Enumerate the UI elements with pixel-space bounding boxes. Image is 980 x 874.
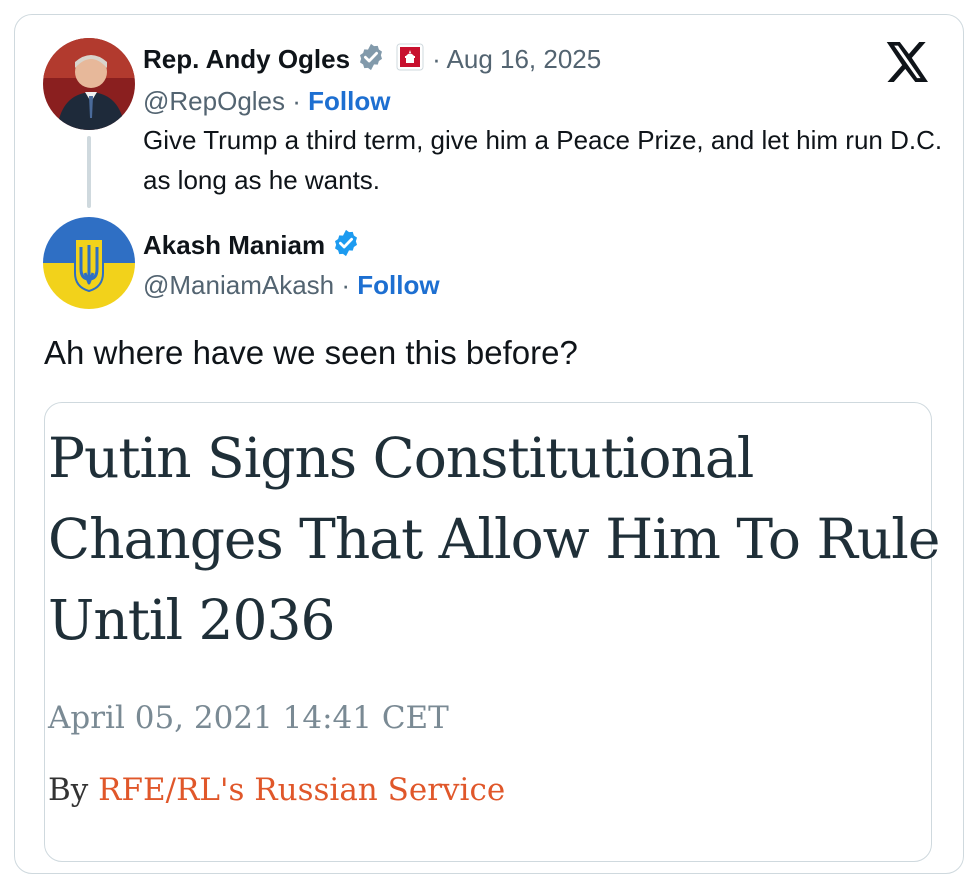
original-author-row: Rep. Andy Ogles · Aug 16, 2025 (143, 42, 601, 77)
original-author-name[interactable]: Rep. Andy Ogles (143, 44, 350, 75)
reply-author-row: Akash Maniam (143, 228, 361, 263)
capitol-affiliation-icon[interactable] (396, 43, 424, 76)
follow-maniam-button[interactable]: Follow (357, 270, 439, 300)
separator-dot: · (292, 86, 309, 116)
andy-ogles-avatar[interactable] (43, 38, 135, 130)
x-logo-icon[interactable] (886, 42, 930, 87)
byline-prefix: By (48, 772, 89, 808)
separator-dot: · (341, 270, 358, 300)
article-date: April 05, 2021 14:41 CET (48, 700, 449, 736)
article-author-link[interactable]: RFE/RL's Russian Service (98, 772, 505, 808)
reply-author-name[interactable]: Akash Maniam (143, 230, 325, 261)
akash-maniam-avatar[interactable] (43, 217, 135, 309)
reply-handle[interactable]: @ManiamAkash (143, 270, 334, 300)
verified-gray-badge-icon (356, 42, 386, 77)
original-handle[interactable]: @RepOgles (143, 86, 285, 116)
original-handle-row: @RepOgles · Follow (143, 86, 390, 117)
reply-tweet-text: Ah where have we seen this before? (44, 334, 578, 371)
follow-ogles-button[interactable]: Follow (308, 86, 390, 116)
verified-blue-badge-icon (331, 228, 361, 263)
thread-connector-line (87, 136, 91, 208)
original-tweet-date[interactable]: · Aug 16, 2025 (432, 44, 601, 75)
reply-handle-row: @ManiamAkash · Follow (143, 270, 440, 301)
article-headline[interactable]: Putin Signs Constitutional Changes That … (48, 418, 948, 661)
original-tweet-text: Give Trump a third term, give him a Peac… (143, 125, 943, 195)
article-byline: By RFE/RL's Russian Service (48, 772, 505, 808)
